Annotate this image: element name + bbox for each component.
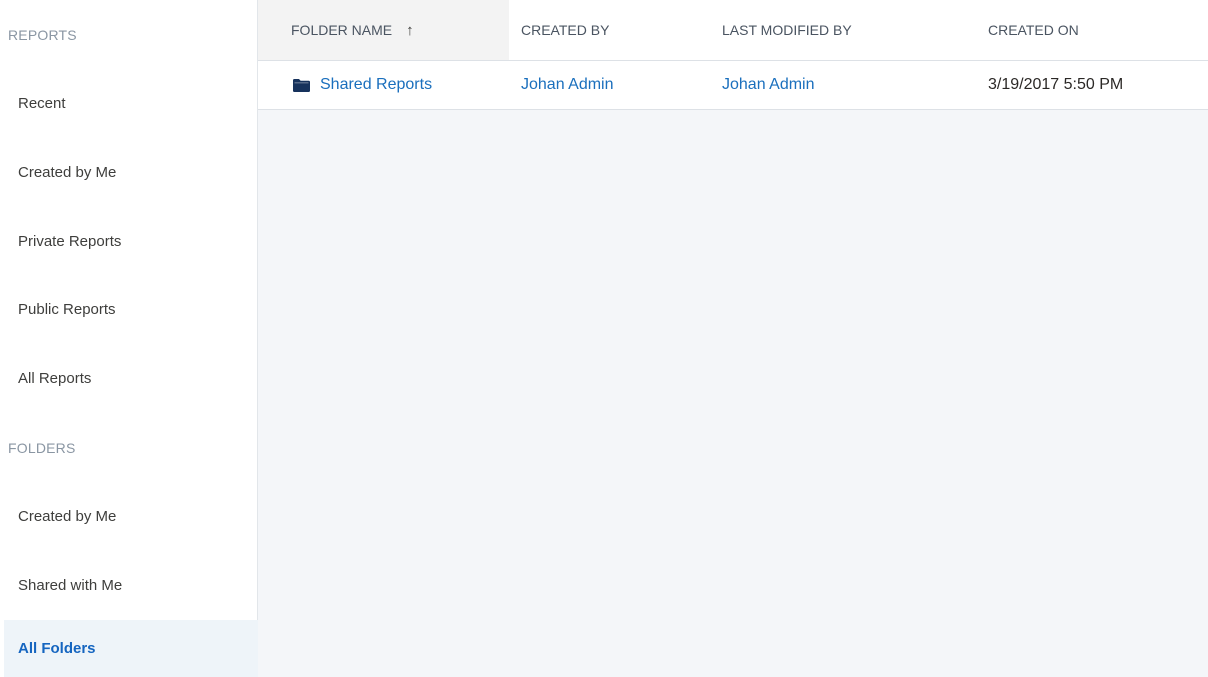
- sidebar-item-public-reports[interactable]: Public Reports: [4, 281, 258, 337]
- column-header-label: FOLDER NAME: [291, 22, 393, 38]
- reports-section-header: REPORTS: [8, 27, 77, 43]
- sidebar-item-label: Public Reports: [18, 300, 116, 318]
- cell-created-by: Johan Admin: [521, 61, 614, 109]
- column-header-folder-name[interactable]: FOLDER NAME ↑: [258, 0, 509, 60]
- sidebar-item-all-folders[interactable]: All Folders: [4, 620, 258, 677]
- sidebar-item-label: Private Reports: [18, 232, 122, 250]
- sidebar: REPORTS Recent Created by Me Private Rep…: [0, 0, 258, 677]
- sidebar-item-label: Recent: [18, 94, 66, 112]
- last-modified-by-link[interactable]: Johan Admin: [722, 76, 815, 94]
- sidebar-item-reports-created-by-me[interactable]: Created by Me: [4, 144, 258, 200]
- column-header-created-by[interactable]: CREATED BY: [509, 0, 709, 60]
- sidebar-item-private-reports[interactable]: Private Reports: [4, 213, 258, 269]
- table-row: Shared Reports Johan Admin Johan Admin 3…: [258, 61, 1208, 110]
- column-header-last-modified-by[interactable]: LAST MODIFIED BY: [709, 0, 975, 60]
- cell-last-modified-by: Johan Admin: [722, 61, 815, 109]
- column-header-created-on[interactable]: CREATED ON: [975, 0, 1208, 60]
- sidebar-item-label: All Folders: [18, 640, 96, 657]
- reports-app: REPORTS Recent Created by Me Private Rep…: [0, 0, 1208, 677]
- folder-name-link[interactable]: Shared Reports: [320, 76, 432, 94]
- cell-folder-name: Shared Reports: [293, 61, 432, 109]
- sidebar-item-label: All Reports: [18, 369, 92, 387]
- folders-section-header: FOLDERS: [8, 440, 76, 456]
- folder-list-view: FOLDER NAME ↑ CREATED BY LAST MODIFIED B…: [258, 0, 1208, 677]
- column-header-label: CREATED BY: [521, 22, 610, 38]
- sidebar-item-all-reports[interactable]: All Reports: [4, 350, 258, 406]
- arrow-up-icon: ↑: [406, 21, 414, 39]
- sidebar-item-recent[interactable]: Recent: [4, 75, 258, 131]
- sidebar-item-label: Shared with Me: [18, 576, 123, 594]
- table-header: FOLDER NAME ↑ CREATED BY LAST MODIFIED B…: [258, 0, 1208, 61]
- sidebar-item-label: Created by Me: [18, 507, 117, 525]
- folder-icon: [293, 78, 310, 92]
- created-by-link[interactable]: Johan Admin: [521, 76, 614, 94]
- sidebar-item-shared-with-me[interactable]: Shared with Me: [4, 557, 258, 613]
- column-header-label: CREATED ON: [988, 22, 1079, 38]
- sidebar-item-folders-created-by-me[interactable]: Created by Me: [4, 488, 258, 544]
- column-header-label: LAST MODIFIED BY: [722, 22, 852, 38]
- sidebar-item-label: Created by Me: [18, 163, 117, 181]
- cell-created-on: 3/19/2017 5:50 PM: [988, 76, 1124, 93]
